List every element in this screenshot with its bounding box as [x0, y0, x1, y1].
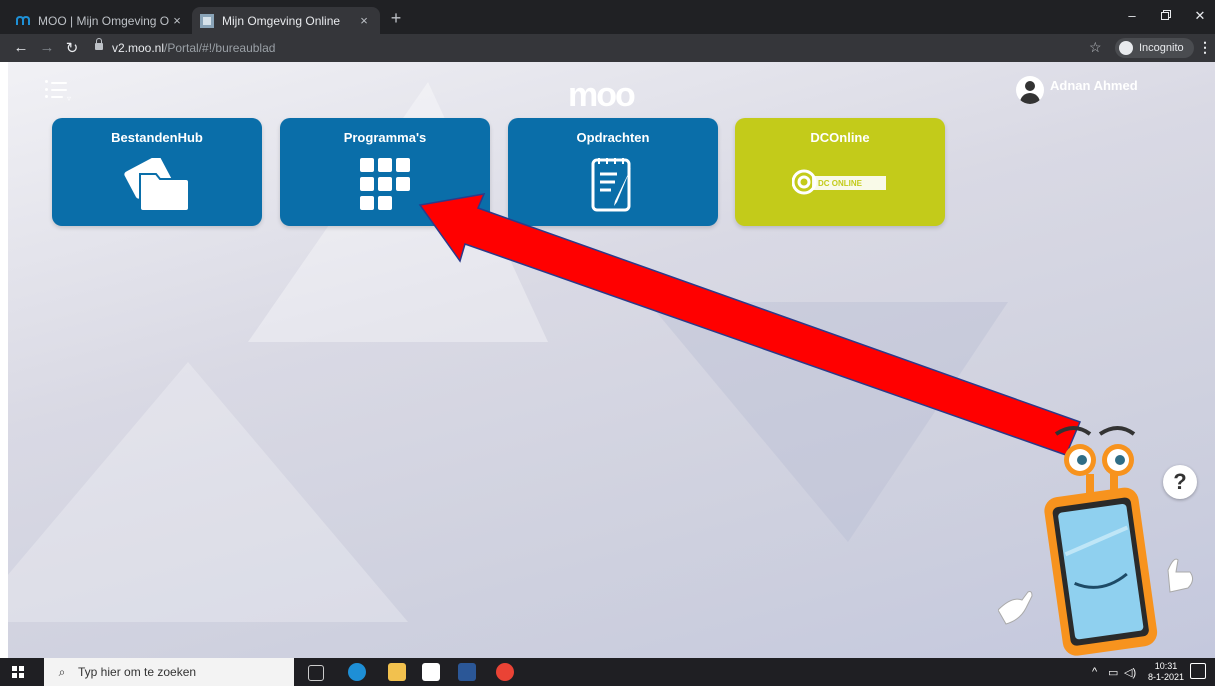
- restore-icon[interactable]: [1154, 8, 1178, 23]
- tile-programmas[interactable]: Programma's: [280, 118, 490, 226]
- tile-label: Opdrachten: [576, 130, 650, 145]
- browser-tab-bar: MOO | Mijn Omgeving Online × Mijn Omgevi…: [0, 0, 1215, 34]
- task-view-icon[interactable]: [308, 665, 324, 681]
- tile-label: BestandenHub: [111, 130, 203, 145]
- tab-title: Mijn Omgeving Online: [222, 13, 341, 28]
- word-icon[interactable]: [458, 663, 476, 681]
- reload-icon[interactable]: ↻: [63, 39, 81, 57]
- bookmark-star-icon[interactable]: ☆: [1089, 39, 1102, 56]
- user-name: Adnan Ahmed: [1050, 77, 1138, 93]
- folder-icon: [122, 155, 192, 217]
- browser-toolbar: ← → ↻ v2.moo.nl/Portal/#!/bureaublad ☆ I…: [0, 34, 1215, 62]
- tray-chevron-icon[interactable]: ^: [1092, 666, 1097, 678]
- search-placeholder: Typ hier om te zoeken: [78, 665, 197, 679]
- browser-tab-moo[interactable]: MOO | Mijn Omgeving Online ×: [8, 7, 193, 34]
- avatar: [1016, 76, 1044, 104]
- minimize-icon[interactable]: –: [1120, 8, 1144, 23]
- search-icon: ⌕: [58, 664, 66, 679]
- windows-taskbar: ⌕ Typ hier om te zoeken ^ ▭ ◁) 10:31 8-1…: [0, 658, 1215, 686]
- tab-title: MOO | Mijn Omgeving Online: [38, 13, 169, 28]
- moo-logo: moo: [568, 76, 636, 114]
- back-arrow-icon[interactable]: ←: [12, 39, 30, 56]
- notification-center-icon[interactable]: [1190, 663, 1206, 679]
- menu-toggle-icon[interactable]: ▿: [45, 80, 75, 103]
- dconline-logo-text: DC ONLINE: [818, 179, 863, 188]
- help-button[interactable]: ?: [1163, 465, 1197, 499]
- volume-icon[interactable]: ◁): [1124, 666, 1136, 679]
- chrome-icon[interactable]: [496, 663, 514, 681]
- file-explorer-icon[interactable]: [388, 663, 406, 681]
- close-tab-icon[interactable]: ×: [356, 13, 372, 28]
- page-favicon-icon: [200, 13, 214, 28]
- edge-browser-icon[interactable]: [348, 663, 366, 681]
- lock-icon: [95, 38, 103, 50]
- incognito-indicator[interactable]: Incognito: [1115, 38, 1194, 58]
- new-tab-button[interactable]: +: [386, 8, 406, 29]
- tile-opdrachten[interactable]: Opdrachten: [508, 118, 718, 226]
- background-facet: [648, 302, 1008, 542]
- clock-date: 8-1-2021: [1148, 672, 1185, 682]
- notepad-icon: [591, 158, 635, 219]
- user-menu[interactable]: Adnan Ahmed: [1016, 76, 1138, 104]
- moo-favicon-icon: [16, 14, 30, 28]
- mascot-tablet-character: [998, 426, 1194, 656]
- clock-time: 10:31: [1154, 661, 1178, 671]
- forward-arrow-icon[interactable]: →: [38, 39, 56, 56]
- taskbar-search[interactable]: ⌕ Typ hier om te zoeken: [44, 658, 294, 686]
- tile-label: Programma's: [343, 130, 427, 145]
- tile-bestandenhub[interactable]: BestandenHub: [52, 118, 262, 226]
- incognito-label: Incognito: [1139, 42, 1184, 54]
- dconline-logo-icon: DC ONLINE: [791, 168, 888, 201]
- grid-icon: [360, 158, 410, 219]
- taskbar-clock[interactable]: 10:31 8-1-2021: [1148, 661, 1184, 683]
- address-bar[interactable]: v2.moo.nl/Portal/#!/bureaublad: [112, 41, 275, 55]
- browser-tab-mijn-omgeving[interactable]: Mijn Omgeving Online ×: [192, 7, 380, 34]
- close-window-icon[interactable]: ✕: [1188, 8, 1212, 24]
- tile-label: DCOnline: [810, 130, 870, 145]
- url-host: v2.moo.nl: [112, 41, 165, 55]
- tile-dconline[interactable]: DCOnline DC ONLINE: [735, 118, 945, 226]
- moo-desktop: ▿ moo Adnan Ahmed BestandenHub Programma…: [8, 62, 1215, 658]
- background-facet: [8, 362, 408, 622]
- browser-menu-icon[interactable]: ⋮: [1198, 39, 1212, 56]
- incognito-icon: [1119, 41, 1133, 55]
- windows-start-icon[interactable]: [12, 666, 24, 678]
- network-icon[interactable]: ▭: [1108, 666, 1118, 679]
- store-icon[interactable]: [422, 663, 440, 681]
- close-tab-icon[interactable]: ×: [169, 13, 185, 28]
- url-path: /Portal/#!/bureaublad: [164, 41, 276, 55]
